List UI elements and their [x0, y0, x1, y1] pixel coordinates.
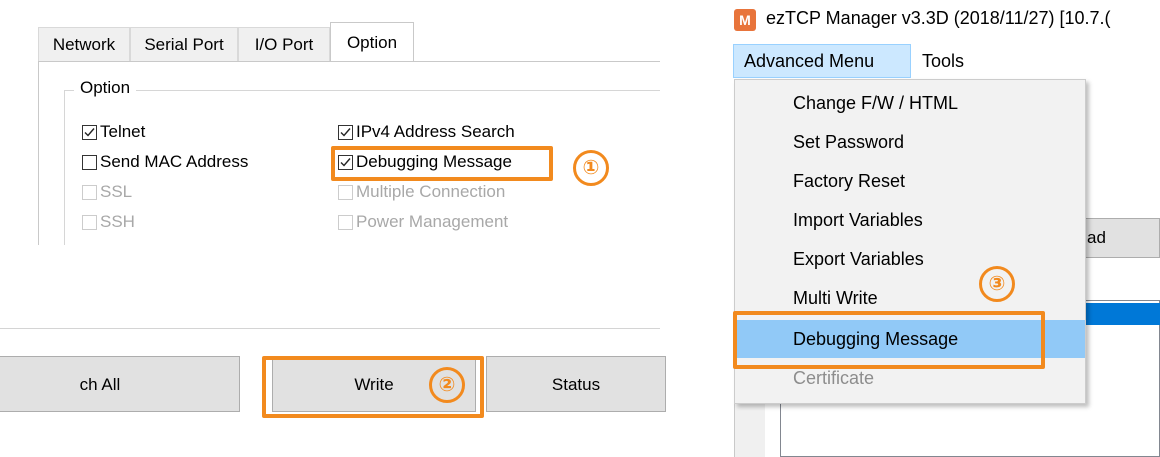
ssh-checkbox: SSH — [82, 211, 135, 233]
checkbox-box — [338, 184, 353, 200]
window-title: ezTCP Manager v3.3D (2018/11/27) [10.7.( — [766, 8, 1111, 28]
ssl-checkbox: SSL — [82, 181, 132, 203]
tab-io-port[interactable]: I/O Port — [238, 27, 330, 61]
menu-item-change-fw-html[interactable]: Change F/W / HTML — [735, 84, 1085, 122]
menu-advanced[interactable]: Advanced Menu — [733, 44, 911, 78]
step-3-marker: ③ — [979, 266, 1015, 302]
menu-item-set-password[interactable]: Set Password — [735, 123, 1085, 161]
option-group-title: Option — [74, 78, 137, 98]
telnet-checkbox[interactable]: Telnet — [82, 121, 145, 143]
ssh-label: SSH — [100, 212, 135, 231]
debugging-menu-highlight — [733, 311, 1045, 369]
power-management-label: Power Management — [356, 212, 509, 231]
search-all-button[interactable]: ch All — [0, 356, 240, 412]
power-management-checkbox: Power Management — [338, 211, 508, 233]
checkbox-box — [338, 124, 353, 140]
tab-network[interactable]: Network — [38, 27, 130, 61]
telnet-label: Telnet — [100, 122, 146, 141]
multiple-connection-checkbox: Multiple Connection — [338, 181, 505, 203]
checkbox-box — [82, 124, 97, 140]
step-1-marker: ① — [573, 150, 609, 186]
menu-item-export-variables[interactable]: Export Variables — [735, 240, 1085, 278]
checkbox-box — [82, 154, 97, 170]
checkbox-box — [82, 214, 97, 230]
tab-serial-port[interactable]: Serial Port — [130, 27, 238, 61]
menu-item-factory-reset[interactable]: Factory Reset — [735, 162, 1085, 200]
tab-content-border — [38, 61, 39, 245]
send-mac-address-label: Send MAC Address — [100, 152, 249, 171]
ssl-label: SSL — [100, 182, 133, 201]
status-button[interactable]: Status — [486, 356, 666, 412]
tab-option[interactable]: Option — [330, 22, 414, 62]
background-read-button[interactable]: ad — [1080, 218, 1160, 258]
multiple-connection-label: Multiple Connection — [356, 182, 506, 201]
step-2-marker: ② — [429, 367, 465, 403]
button-strip-divider — [0, 328, 660, 329]
menu-tools[interactable]: Tools — [912, 44, 1006, 78]
checkbox-box — [82, 184, 97, 200]
background-selected-row[interactable] — [1080, 303, 1160, 325]
send-mac-address-checkbox[interactable]: Send MAC Address — [82, 151, 248, 173]
ipv4-address-search-label: IPv4 Address Search — [356, 122, 515, 141]
menu-item-import-variables[interactable]: Import Variables — [735, 201, 1085, 239]
app-icon: M — [734, 9, 756, 31]
tab-strip-divider — [38, 61, 660, 62]
ipv4-address-search-checkbox[interactable]: IPv4 Address Search — [338, 121, 515, 143]
debugging-checkbox-highlight — [331, 146, 553, 181]
checkbox-box — [338, 214, 353, 230]
